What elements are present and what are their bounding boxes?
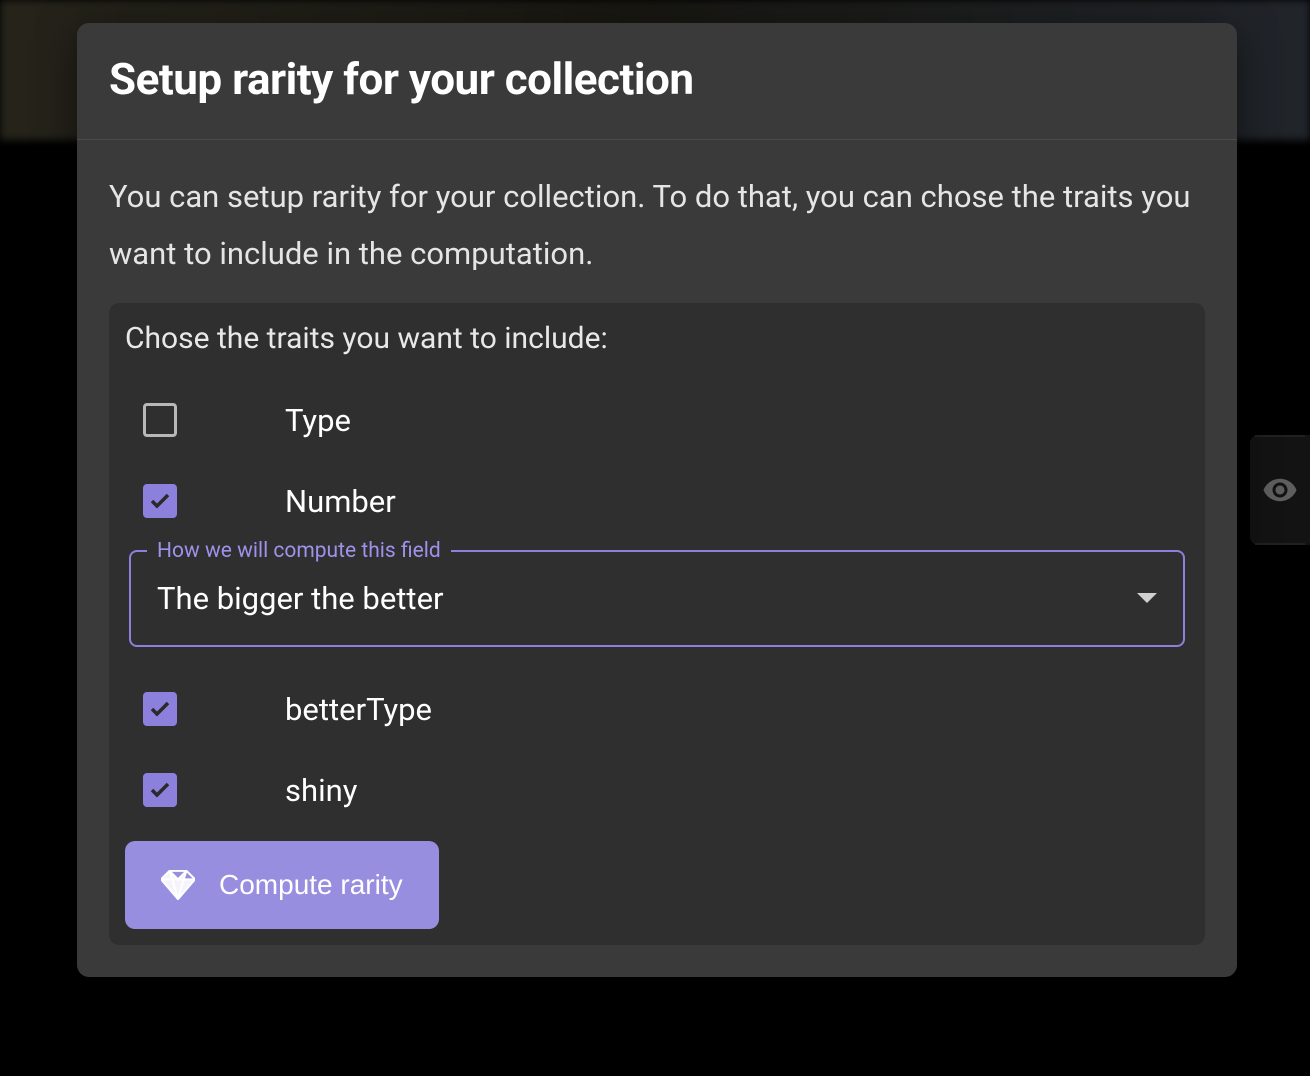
trait-checkbox-number[interactable] bbox=[143, 484, 177, 518]
modal-body: You can setup rarity for your collection… bbox=[77, 140, 1237, 977]
compute-method-select[interactable]: The bigger the better bbox=[129, 550, 1185, 647]
traits-panel: Chose the traits you want to include: Ty… bbox=[109, 303, 1205, 945]
modal-description: You can setup rarity for your collection… bbox=[109, 168, 1205, 283]
trait-checkbox-type[interactable] bbox=[143, 403, 177, 437]
select-value: The bigger the better bbox=[157, 580, 444, 617]
compute-button-label: Compute rarity bbox=[219, 869, 403, 901]
diamond-icon bbox=[161, 870, 195, 900]
checkmark-icon bbox=[148, 489, 172, 513]
checkbox-wrapper bbox=[143, 773, 177, 807]
checkbox-wrapper bbox=[143, 484, 177, 518]
rarity-setup-modal: Setup rarity for your collection You can… bbox=[77, 23, 1237, 977]
checkbox-wrapper bbox=[143, 403, 177, 437]
trait-row-number: Number bbox=[125, 461, 1189, 542]
trait-label: betterType bbox=[285, 691, 432, 728]
trait-row-shiny: shiny bbox=[125, 750, 1189, 831]
modal-header: Setup rarity for your collection bbox=[77, 23, 1237, 140]
trait-row-type: Type bbox=[125, 380, 1189, 461]
checkbox-wrapper bbox=[143, 692, 177, 726]
trait-row-bettertype: betterType bbox=[125, 669, 1189, 750]
compute-rarity-button[interactable]: Compute rarity bbox=[125, 841, 439, 929]
checkmark-icon bbox=[148, 778, 172, 802]
trait-checkbox-bettertype[interactable] bbox=[143, 692, 177, 726]
trait-checkbox-shiny[interactable] bbox=[143, 773, 177, 807]
traits-heading: Chose the traits you want to include: bbox=[125, 321, 1189, 356]
compute-method-select-wrapper: How we will compute this field The bigge… bbox=[129, 550, 1185, 647]
trait-label: shiny bbox=[285, 772, 357, 809]
checkmark-icon bbox=[148, 697, 172, 721]
modal-title: Setup rarity for your collection bbox=[109, 53, 1205, 105]
chevron-down-icon bbox=[1137, 593, 1157, 603]
trait-label: Type bbox=[285, 402, 351, 439]
trait-label: Number bbox=[285, 483, 396, 520]
select-floating-label: How we will compute this field bbox=[147, 539, 451, 563]
